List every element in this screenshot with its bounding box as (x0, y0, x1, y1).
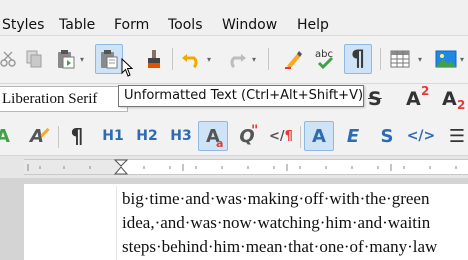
menu-bar: Styles Table Form Tools Window Help (0, 0, 468, 36)
quotation-style-icon[interactable]: Q " (232, 121, 262, 151)
copy-icon[interactable] (20, 44, 48, 74)
menu-styles[interactable]: Styles (2, 16, 44, 34)
menu-help[interactable]: Help (297, 16, 329, 34)
document-area: big·time·and·was·making·off·with·the·gre… (0, 178, 468, 260)
undo-dropdown-icon[interactable]: ▾ (207, 56, 215, 64)
document-line: steps·behind·him·mean·that·one·of·many·l… (122, 237, 438, 256)
toolbar-separator (172, 48, 173, 70)
toolbar-separator (268, 48, 269, 70)
heading2-style-icon[interactable]: H2 (132, 121, 162, 151)
source-text-style-icon[interactable]: </> (406, 121, 436, 151)
emphasis-style-icon[interactable]: A (304, 121, 334, 151)
cut-icon[interactable] (0, 44, 22, 74)
ruler-ticks (27, 164, 457, 171)
list-style-icon[interactable]: ☰ (442, 121, 468, 151)
heading3-style-icon[interactable]: H3 (166, 121, 196, 151)
ruler-track (24, 159, 468, 175)
default-style-icon[interactable]: A (0, 121, 18, 151)
paste-icon[interactable] (52, 44, 80, 74)
formatting-marks-icon[interactable]: ¶ (344, 44, 372, 74)
subscript-icon[interactable]: A2 (442, 88, 468, 114)
image-dropdown-icon[interactable]: ▾ (460, 56, 468, 64)
tooltip: Unformatted Text (Ctrl+Alt+Shift+V) (118, 85, 364, 107)
document-line: idea,·and·was·now·watching·him·and·waiti… (122, 213, 431, 232)
heading1-style-icon[interactable]: H1 (98, 121, 128, 151)
standard-toolbar: ▾ ▾ ▾ abc ¶ ▾ ▾ (0, 36, 468, 84)
table-dropdown-icon[interactable]: ▾ (418, 56, 426, 64)
font-name-box[interactable]: Liberation Serif (0, 86, 128, 112)
menu-window[interactable]: Window (222, 16, 277, 34)
toolbar-separator (58, 126, 59, 148)
menu-table[interactable]: Table (59, 16, 95, 34)
menu-form[interactable]: Form (114, 16, 149, 34)
paste-unformatted-icon[interactable] (95, 44, 123, 74)
strong-emphasis-style-icon[interactable]: E (338, 121, 368, 151)
strikethrough-icon[interactable]: S (368, 88, 390, 112)
styles-toolbar: A A ¶ H1 H2 H3 Aa Q " </¶ A E S </> ☰ (0, 118, 468, 156)
undo-icon[interactable] (178, 44, 206, 74)
toolbar-separator (300, 126, 301, 148)
code-style-icon[interactable]: </¶ (266, 121, 296, 151)
highlighter-icon[interactable] (280, 44, 308, 74)
redo-dropdown-icon[interactable]: ▾ (252, 56, 260, 64)
ruler[interactable] (0, 156, 468, 178)
insert-image-icon[interactable] (432, 44, 460, 74)
paste-dropdown-icon[interactable]: ▾ (80, 56, 88, 64)
text-boundary (116, 186, 117, 260)
spellcheck-icon[interactable]: abc (312, 44, 340, 74)
paragraph-style-icon[interactable]: ¶ (62, 121, 92, 151)
clone-formatting-icon[interactable] (140, 44, 168, 74)
document-page[interactable]: big·time·and·was·making·off·with·the·gre… (24, 184, 468, 260)
menu-tools[interactable]: Tools (168, 16, 203, 34)
mouse-cursor-icon (121, 58, 134, 77)
superscript-icon[interactable]: A2 (406, 84, 434, 114)
strong-style-icon[interactable]: S (372, 121, 402, 151)
redo-icon[interactable] (222, 44, 250, 74)
insert-table-icon[interactable] (386, 44, 414, 74)
text-style-icon[interactable]: Aa (198, 121, 228, 151)
text-body-style-icon[interactable]: A (22, 121, 52, 151)
indent-marker-icon[interactable] (114, 159, 128, 175)
toolbar-separator (380, 48, 381, 70)
document-line: big·time·and·was·making·off·with·the·gre… (122, 189, 430, 208)
